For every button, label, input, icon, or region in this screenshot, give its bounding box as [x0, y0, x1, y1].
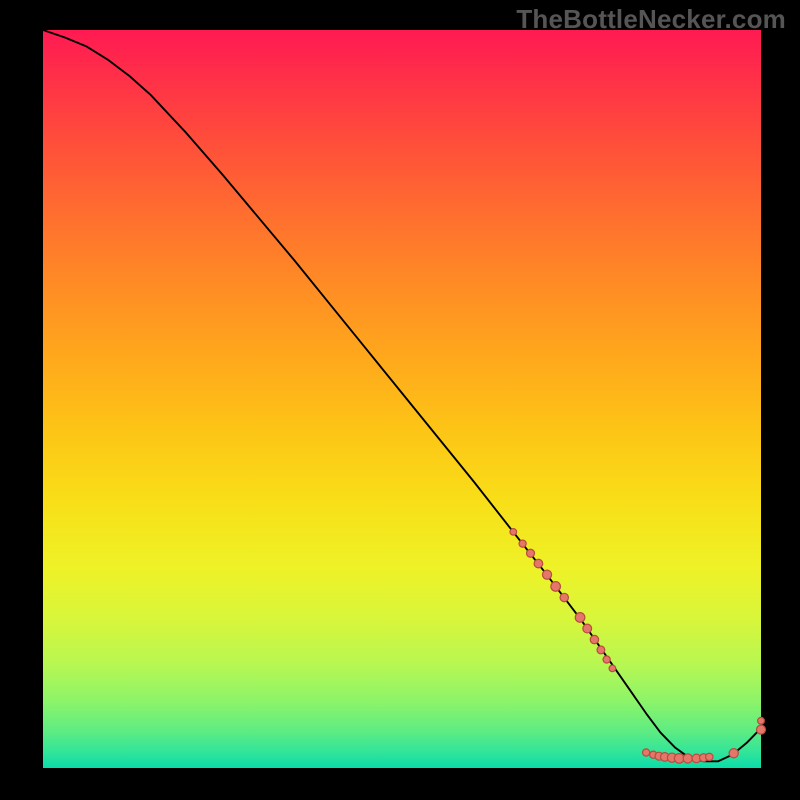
data-point — [729, 749, 738, 758]
data-point — [609, 665, 616, 672]
data-point — [534, 559, 543, 568]
data-point — [758, 717, 765, 724]
data-point — [597, 646, 605, 654]
data-point — [551, 582, 561, 592]
data-point — [590, 635, 598, 643]
data-point — [519, 540, 526, 547]
data-point — [575, 613, 585, 623]
data-point — [583, 624, 592, 633]
data-point — [706, 753, 713, 760]
data-point — [683, 754, 692, 763]
data-point — [603, 656, 610, 663]
plot-area — [43, 30, 761, 768]
data-point — [757, 725, 766, 734]
data-point — [510, 529, 517, 536]
data-point — [560, 593, 568, 601]
bottleneck-curve — [43, 30, 761, 761]
scatter-dots — [510, 529, 766, 764]
data-point — [643, 749, 650, 756]
data-point — [542, 570, 551, 579]
data-point — [527, 549, 535, 557]
chart-frame: TheBottleNecker.com — [0, 0, 800, 800]
data-point — [674, 754, 684, 764]
curve-layer — [43, 30, 761, 768]
